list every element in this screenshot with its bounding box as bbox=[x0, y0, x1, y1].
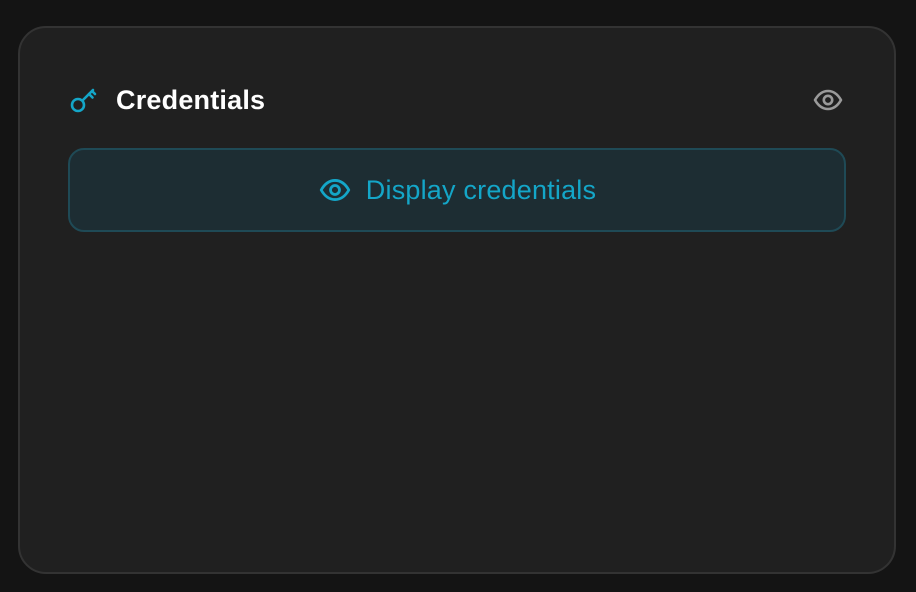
display-credentials-button[interactable]: Display credentials bbox=[68, 148, 846, 232]
toggle-visibility-button[interactable] bbox=[810, 82, 846, 118]
title-group: Credentials bbox=[68, 84, 265, 116]
card-header: Credentials bbox=[68, 80, 846, 120]
card-title: Credentials bbox=[116, 84, 266, 115]
credentials-card: Credentials Display credentials bbox=[18, 26, 896, 574]
eye-icon bbox=[813, 89, 843, 111]
eye-icon bbox=[318, 173, 352, 207]
display-credentials-label: Display credentials bbox=[365, 174, 597, 205]
key-icon bbox=[68, 84, 100, 116]
